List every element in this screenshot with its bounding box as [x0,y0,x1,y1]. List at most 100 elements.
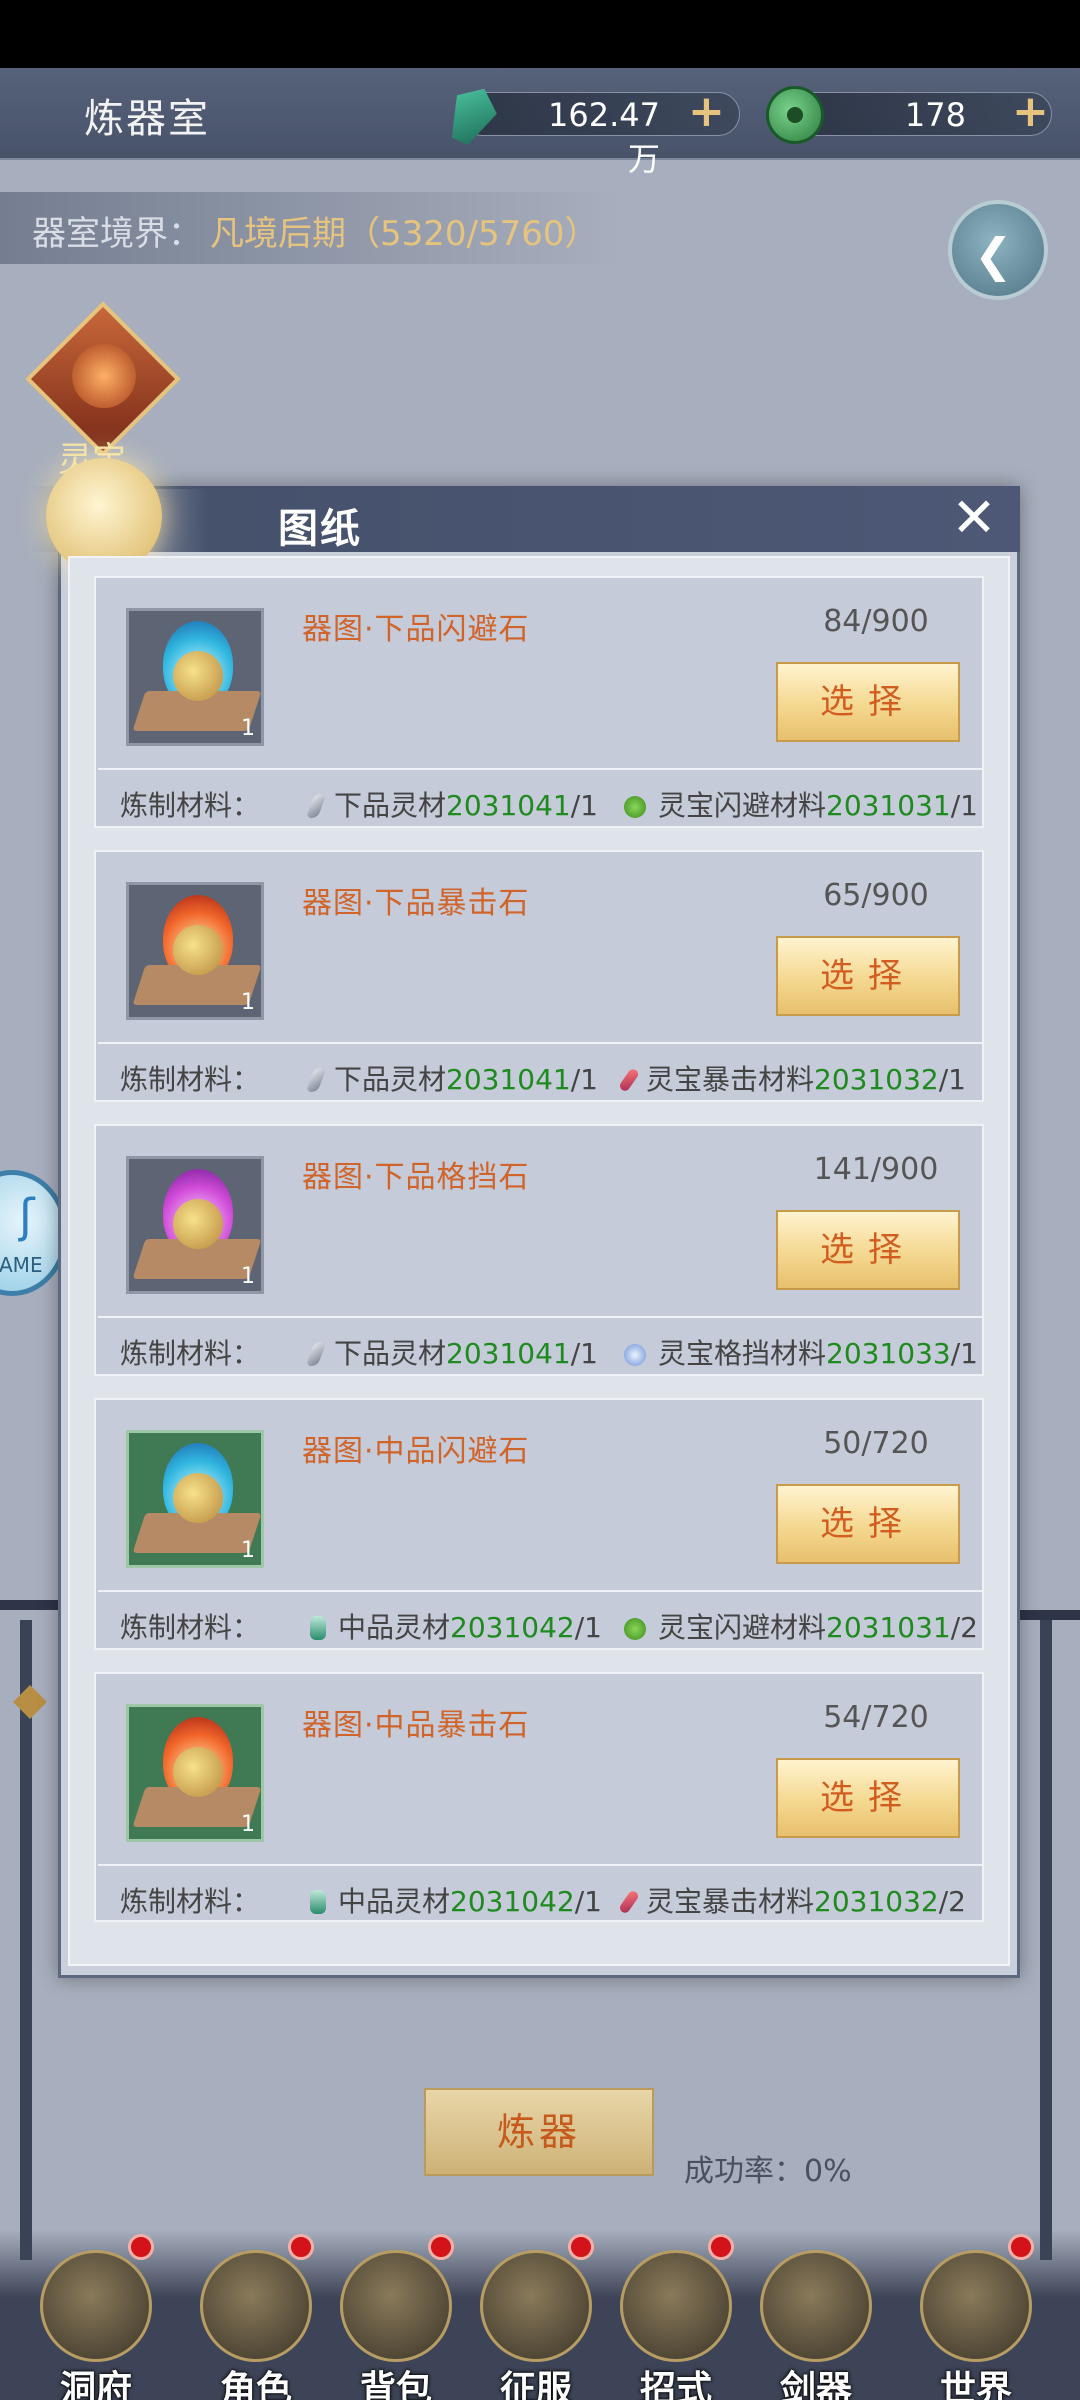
material-1-qty: /1 [574,1611,602,1644]
modal-header [30,486,1020,552]
nav-item[interactable]: 洞府 [28,2234,158,2400]
add-spirit-stone-button[interactable]: + [688,90,725,134]
status-bar [0,0,1080,68]
spirit-stone-value: 162.47万 [548,96,660,178]
gem-orb-icon [173,651,223,701]
material-1: 中品灵材2031042/1 [310,1606,602,1646]
nav-label: 洞府 [59,2369,132,2400]
world-map-icon [920,2250,1032,2362]
nav-item[interactable]: 招式 [608,2234,738,2400]
material-row: 炼制材料： 中品灵材2031042/1 灵宝暴击材料2031032/2 [96,1872,982,1922]
blueprint-thumbnail[interactable]: 1 [126,882,264,1020]
material-label: 炼制材料： [120,1337,261,1370]
page-title: 炼器室 [84,96,210,142]
material-1-code: 2031041 [446,789,571,822]
material-2-code: 2031031 [826,1611,951,1644]
red-feather-icon [618,1889,640,1915]
nav-label: 招式 [639,2369,712,2400]
treasure-orb-icon [72,344,136,408]
gem-orb-icon [173,1199,223,1249]
realm-label: 器室境界： [32,214,202,254]
close-button[interactable]: ✕ [944,490,1004,550]
material-1-qty: /1 [570,1337,598,1370]
swords-icon [480,2250,592,2362]
back-button[interactable]: ❮ [948,200,1048,300]
gem-orb-icon [173,925,223,975]
material-2-qty: /1 [950,1337,978,1370]
nav-item[interactable]: 征服 [468,2234,598,2400]
material-1-name: 中品灵材 [338,1611,451,1644]
jade-icon [310,1890,326,1914]
realm-value: 凡境后期（5320/5760） [210,214,599,254]
select-button[interactable]: 选择 [776,1210,960,1290]
right-pole [1020,1610,1080,1620]
material-1-code: 2031042 [450,1885,575,1918]
item-quantity: 1 [241,990,255,1015]
material-2-name: 灵宝闪避材料 [658,1611,827,1644]
blueprint-count: 65/900 [823,878,929,913]
jade-icon [310,1616,326,1640]
material-1-qty: /1 [570,1063,598,1096]
select-button[interactable]: 选择 [776,1484,960,1564]
material-row: 炼制材料： 下品灵材2031041/1 灵宝格挡材料2031033/1 [96,1324,982,1374]
notification-badge [708,2234,734,2260]
card-divider [98,1864,982,1866]
blueprint-thumbnail[interactable]: 1 [126,1430,264,1568]
back-arrow-icon: ❮ [974,228,1013,282]
blueprint-thumbnail[interactable]: 1 [126,1704,264,1842]
material-1: 下品灵材2031041/1 [305,1332,598,1372]
blueprint-count: 84/900 [823,604,929,639]
add-jade-button[interactable]: + [1012,90,1049,134]
crystal-icon [305,1068,327,1092]
material-label: 炼制材料： [120,1885,261,1918]
card-divider [98,1042,982,1044]
nav-item[interactable]: 角色 [188,2234,318,2400]
left-pole [0,1600,60,1610]
modal-title: 图纸 [278,506,362,552]
select-button[interactable]: 选择 [776,936,960,1016]
sword-icon [760,2250,872,2362]
blueprint-thumbnail[interactable]: 1 [126,1156,264,1294]
material-1-code: 2031042 [450,1611,575,1644]
nav-label: 世界 [939,2369,1012,2400]
material-2: 灵宝格挡材料2031033/1 [624,1332,978,1372]
notification-badge [428,2234,454,2260]
material-1-name: 下品灵材 [334,1063,447,1096]
material-2: 灵宝闪避材料2031031/1 [624,784,978,824]
card-divider [98,768,982,770]
material-2-code: 2031032 [814,1885,939,1918]
select-button[interactable]: 选择 [776,662,960,742]
select-button[interactable]: 选择 [776,1758,960,1838]
nav-item[interactable]: 剑器 [748,2250,878,2400]
gem-orb-icon [173,1473,223,1523]
blueprint-card: 1 器图·中品闪避石 50/720 选择 炼制材料： 中品灵材2031042/1… [94,1398,984,1650]
crystal-icon [305,1342,327,1366]
material-label: 炼制材料： [120,789,261,822]
material-1-name: 下品灵材 [334,789,447,822]
blueprint-name: 器图·下品闪避石 [302,612,530,647]
material-label: 炼制材料： [120,1063,261,1096]
blueprint-name: 器图·中品暴击石 [302,1708,530,1743]
material-2-name: 灵宝暴击材料 [646,1885,815,1918]
nav-item[interactable]: 世界 [908,2234,1038,2400]
scroll-icon [620,2250,732,2362]
blueprint-thumbnail[interactable]: 1 [126,608,264,746]
jade-currency: 178 + [760,86,1060,144]
blueprint-card: 1 器图·下品格挡石 141/900 选择 炼制材料： 下品灵材2031041/… [94,1124,984,1376]
nav-label: 剑器 [779,2369,852,2400]
nav-item[interactable]: 背包 [328,2234,458,2400]
jade-value: 178 [904,96,966,134]
realm-strip: 器室境界： 凡境后期（5320/5760） [0,192,620,264]
material-label: 炼制材料： [120,1611,261,1644]
material-row: 炼制材料： 下品灵材2031041/1 灵宝闪避材料2031031/1 [96,776,982,826]
item-quantity: 1 [241,1812,255,1837]
cave-icon [40,2250,152,2362]
material-2-name: 灵宝暴击材料 [646,1063,815,1096]
refine-button[interactable]: 炼器 [424,2088,654,2176]
blueprint-count: 141/900 [813,1152,939,1187]
blueprint-card: 1 器图·下品闪避石 84/900 选择 炼制材料： 下品灵材2031041/1… [94,576,984,828]
material-1-code: 2031041 [446,1337,571,1370]
pendant-icon [13,1685,47,1719]
card-divider [98,1590,982,1592]
material-2: 灵宝暴击材料2031032/2 [618,1880,966,1920]
